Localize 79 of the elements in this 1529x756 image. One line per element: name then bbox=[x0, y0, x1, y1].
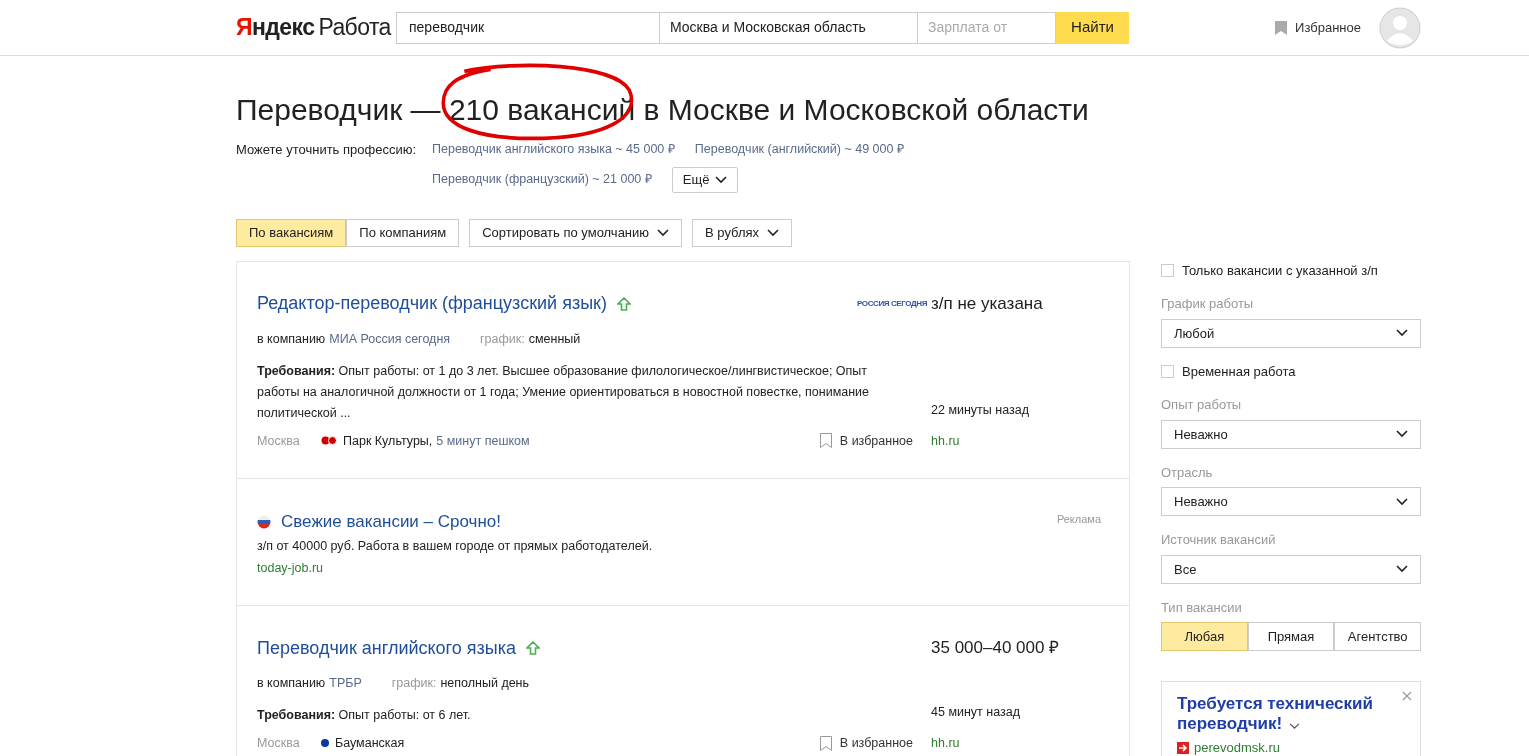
avatar-icon[interactable] bbox=[1379, 6, 1421, 49]
promo-url[interactable]: perevodmsk.ru bbox=[1194, 738, 1280, 756]
caret-icon[interactable] bbox=[1289, 723, 1300, 731]
chevron-icon bbox=[657, 228, 670, 237]
walk-time: 5 минут пешком bbox=[436, 432, 530, 450]
search-button[interactable]: Найти bbox=[1056, 11, 1129, 44]
requirements-text: Требования: Опыт работы: от 1 до 3 лет. Высшее образование филологическое/лингвистическое; Опыт работы на аналогичной должности от 1 года; Умение ориентироваться в новостной повестке, понимание политической ... bbox=[257, 362, 871, 422]
currency-dropdown[interactable]: В рублях bbox=[692, 218, 793, 247]
company-link[interactable]: ТРБР bbox=[329, 674, 362, 693]
filter-label: График работы bbox=[1161, 295, 1255, 314]
profession-link[interactable]: Переводчик английского языка ~ 45 000 ₽ bbox=[432, 140, 675, 159]
filter-label: Отрасль bbox=[1161, 463, 1214, 482]
filter-dropdown[interactable]: Неважно bbox=[1161, 487, 1421, 517]
vacancy-type-tab[interactable]: Агентство bbox=[1334, 622, 1421, 652]
schedule-label: график: bbox=[480, 330, 525, 348]
city-label: Москва bbox=[257, 735, 301, 752]
metro-station: Бауманская bbox=[335, 735, 405, 752]
chevron-icon bbox=[715, 175, 728, 184]
add-favorite-link[interactable]: В избранное bbox=[839, 431, 913, 451]
vacancy-type-tab[interactable]: Любая bbox=[1161, 622, 1248, 652]
logo-brand[interactable]: Яндекс bbox=[236, 10, 315, 45]
chevron-icon bbox=[1396, 430, 1408, 439]
region-field[interactable]: Москва и Московская область bbox=[660, 11, 918, 44]
close-icon[interactable] bbox=[1402, 691, 1412, 702]
company-link[interactable]: МИА Россия сегодня bbox=[329, 329, 451, 349]
filter-label: Источник вакансий bbox=[1161, 531, 1277, 550]
bookmark-icon[interactable] bbox=[819, 735, 832, 751]
company-logo: РОССИЯ СЕГОДНЯ bbox=[857, 297, 928, 310]
chevron-icon bbox=[1396, 497, 1408, 506]
ad-url[interactable]: today-job.ru bbox=[257, 558, 323, 578]
schedule-value: неполный день bbox=[440, 675, 530, 693]
chevron-icon bbox=[1396, 565, 1408, 574]
source-link[interactable]: hh.ru bbox=[931, 431, 1091, 451]
chevron-icon bbox=[767, 228, 780, 237]
checkbox-label: Временная работа bbox=[1182, 362, 1296, 381]
ad-title[interactable]: Свежие вакансии – Срочно! bbox=[281, 509, 501, 535]
view-tab[interactable]: По вакансиям bbox=[236, 218, 347, 247]
posted-time: 22 минуты назад bbox=[931, 401, 1030, 419]
refine-label: Можете уточнить профессию: bbox=[236, 141, 418, 159]
filter-label: Тип вакансии bbox=[1161, 598, 1243, 617]
salary-text: з/п не указана bbox=[931, 292, 1044, 315]
logo-product[interactable]: Работа bbox=[318, 10, 391, 45]
flag-icon bbox=[257, 515, 271, 529]
bookmark-icon[interactable] bbox=[1275, 20, 1288, 35]
search-field[interactable]: переводчик bbox=[396, 11, 660, 44]
vacancy-type-tab[interactable]: Прямая bbox=[1247, 622, 1335, 652]
arrow-icon bbox=[1177, 742, 1189, 754]
schedule-label: график: bbox=[391, 675, 437, 693]
filter-dropdown[interactable]: Неважно bbox=[1161, 419, 1421, 449]
checkbox[interactable] bbox=[1161, 264, 1174, 277]
ad-label: Реклама bbox=[1056, 512, 1101, 528]
profession-link[interactable]: Переводчик (английский) ~ 49 000 ₽ bbox=[694, 140, 904, 159]
chevron-icon bbox=[1396, 329, 1408, 338]
posted-time: 45 минут назад bbox=[931, 704, 1021, 722]
favorites-link[interactable]: Избранное bbox=[1295, 17, 1361, 38]
checkbox-label: Только вакансии с указанной з/п bbox=[1182, 261, 1378, 280]
source-link[interactable]: hh.ru bbox=[931, 734, 1091, 753]
filter-label: Опыт работы bbox=[1161, 396, 1243, 415]
more-button[interactable]: Ещё bbox=[671, 166, 739, 193]
vacancy-title[interactable]: Редактор-переводчик (французский язык) bbox=[257, 290, 607, 318]
sort-dropdown[interactable]: Сортировать по умолчанию bbox=[469, 218, 683, 247]
add-favorite-link[interactable]: В избранное bbox=[839, 734, 913, 753]
salary-text: 35 000–40 000 ₽ bbox=[931, 637, 1061, 660]
profession-link[interactable]: Переводчик (французский) ~ 21 000 ₽ bbox=[432, 170, 652, 190]
city-label: Москва bbox=[257, 432, 301, 450]
promo-title[interactable]: Требуется технический переводчик! bbox=[1177, 694, 1392, 735]
vacancy-title[interactable]: Переводчик английского языка bbox=[257, 634, 516, 662]
schedule-value: сменный bbox=[528, 330, 581, 348]
ad-text: з/п от 40000 руб. Работа в вашем городе от прямых работодателей. bbox=[257, 537, 654, 555]
salary-field[interactable]: Зарплата от bbox=[918, 11, 1056, 44]
filter-dropdown[interactable]: Любой bbox=[1161, 318, 1421, 348]
bookmark-icon[interactable] bbox=[819, 433, 832, 449]
filter-dropdown[interactable]: Все bbox=[1161, 554, 1421, 584]
checkbox[interactable] bbox=[1161, 365, 1174, 378]
metro-station: Парк Культуры, bbox=[343, 432, 433, 450]
requirements-text: Требования: Опыт работы: от 6 лет. bbox=[257, 707, 472, 724]
company-prefix: в компанию bbox=[257, 330, 326, 348]
company-prefix: в компанию bbox=[257, 675, 326, 693]
view-tab[interactable]: По компаниям bbox=[346, 218, 460, 247]
